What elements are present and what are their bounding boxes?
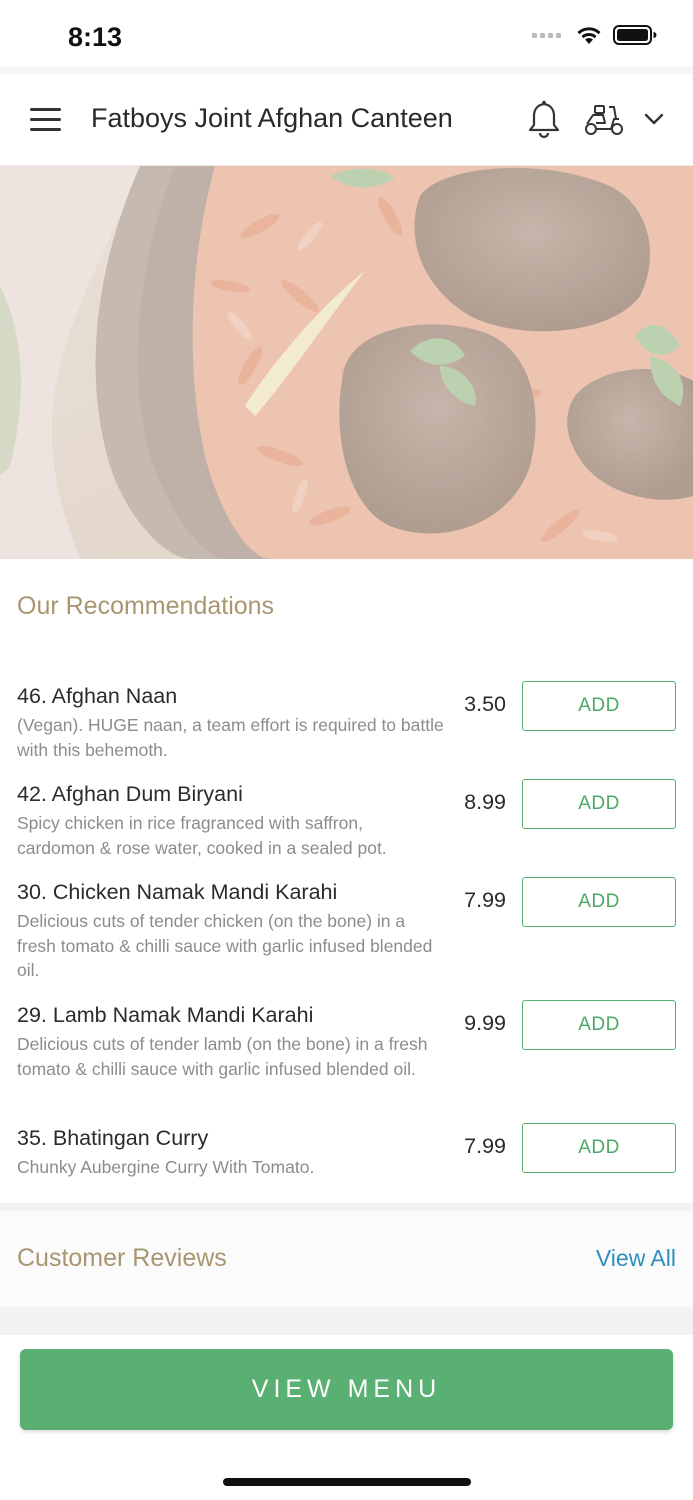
dish-name: 35. Bhatingan Curry <box>17 1126 209 1150</box>
dish-price: 7.99 <box>464 1134 506 1158</box>
section-divider <box>0 1307 693 1335</box>
home-indicator[interactable] <box>223 1478 471 1486</box>
biryani-photo <box>0 166 693 559</box>
dish-price: 9.99 <box>464 1011 506 1035</box>
dish-price: 7.99 <box>464 888 506 912</box>
dish-name: 30. Chicken Namak Mandi Karahi <box>17 880 338 904</box>
view-all-link[interactable]: View All <box>596 1245 676 1272</box>
add-button[interactable]: ADD <box>522 877 676 927</box>
add-button[interactable]: ADD <box>522 1123 676 1173</box>
dish-description: Delicious cuts of tender lamb (on the bo… <box>17 1034 428 1079</box>
dish-description: Spicy chicken in rice fragranced with sa… <box>17 813 387 858</box>
app-header: Fatboys Joint Afghan Canteen <box>0 74 693 166</box>
bottom-bar: VIEW MENU <box>0 1335 693 1500</box>
hero-image <box>0 166 693 559</box>
header-separator <box>0 66 693 74</box>
dish-name: 46. Afghan Naan <box>17 684 178 708</box>
status-bar: 8:13 <box>0 0 693 72</box>
reviews-section: Customer Reviews View All <box>0 1211 693 1307</box>
section-divider <box>0 1203 693 1211</box>
dish-description: (Vegan). HUGE naan, a team effort is req… <box>17 715 444 760</box>
chevron-down-icon[interactable] <box>642 109 666 129</box>
cellular-signal-icon <box>532 32 561 38</box>
delivery-scooter-icon[interactable] <box>583 103 625 137</box>
add-button[interactable]: ADD <box>522 779 676 829</box>
recommendations-title: Our Recommendations <box>17 592 275 620</box>
wifi-icon <box>577 27 601 44</box>
dish-name: 29. Lamb Namak Mandi Karahi <box>17 1003 314 1027</box>
add-button[interactable]: ADD <box>522 681 676 731</box>
menu-icon[interactable] <box>30 108 61 132</box>
dish-description: Delicious cuts of tender chicken (on the… <box>17 911 433 980</box>
dish-name: 42. Afghan Dum Biryani <box>17 782 243 806</box>
page-title: Fatboys Joint Afghan Canteen <box>91 103 453 133</box>
battery-icon <box>613 25 657 45</box>
dish-description: Chunky Aubergine Curry With Tomato. <box>17 1157 315 1177</box>
add-button[interactable]: ADD <box>522 1000 676 1050</box>
status-time: 8:13 <box>68 22 123 52</box>
dish-price: 3.50 <box>464 692 506 716</box>
view-menu-button[interactable]: VIEW MENU <box>20 1349 673 1430</box>
dish-price: 8.99 <box>464 790 506 814</box>
status-icons <box>532 24 657 46</box>
reviews-title: Customer Reviews <box>17 1244 227 1272</box>
bell-icon[interactable] <box>526 99 562 139</box>
